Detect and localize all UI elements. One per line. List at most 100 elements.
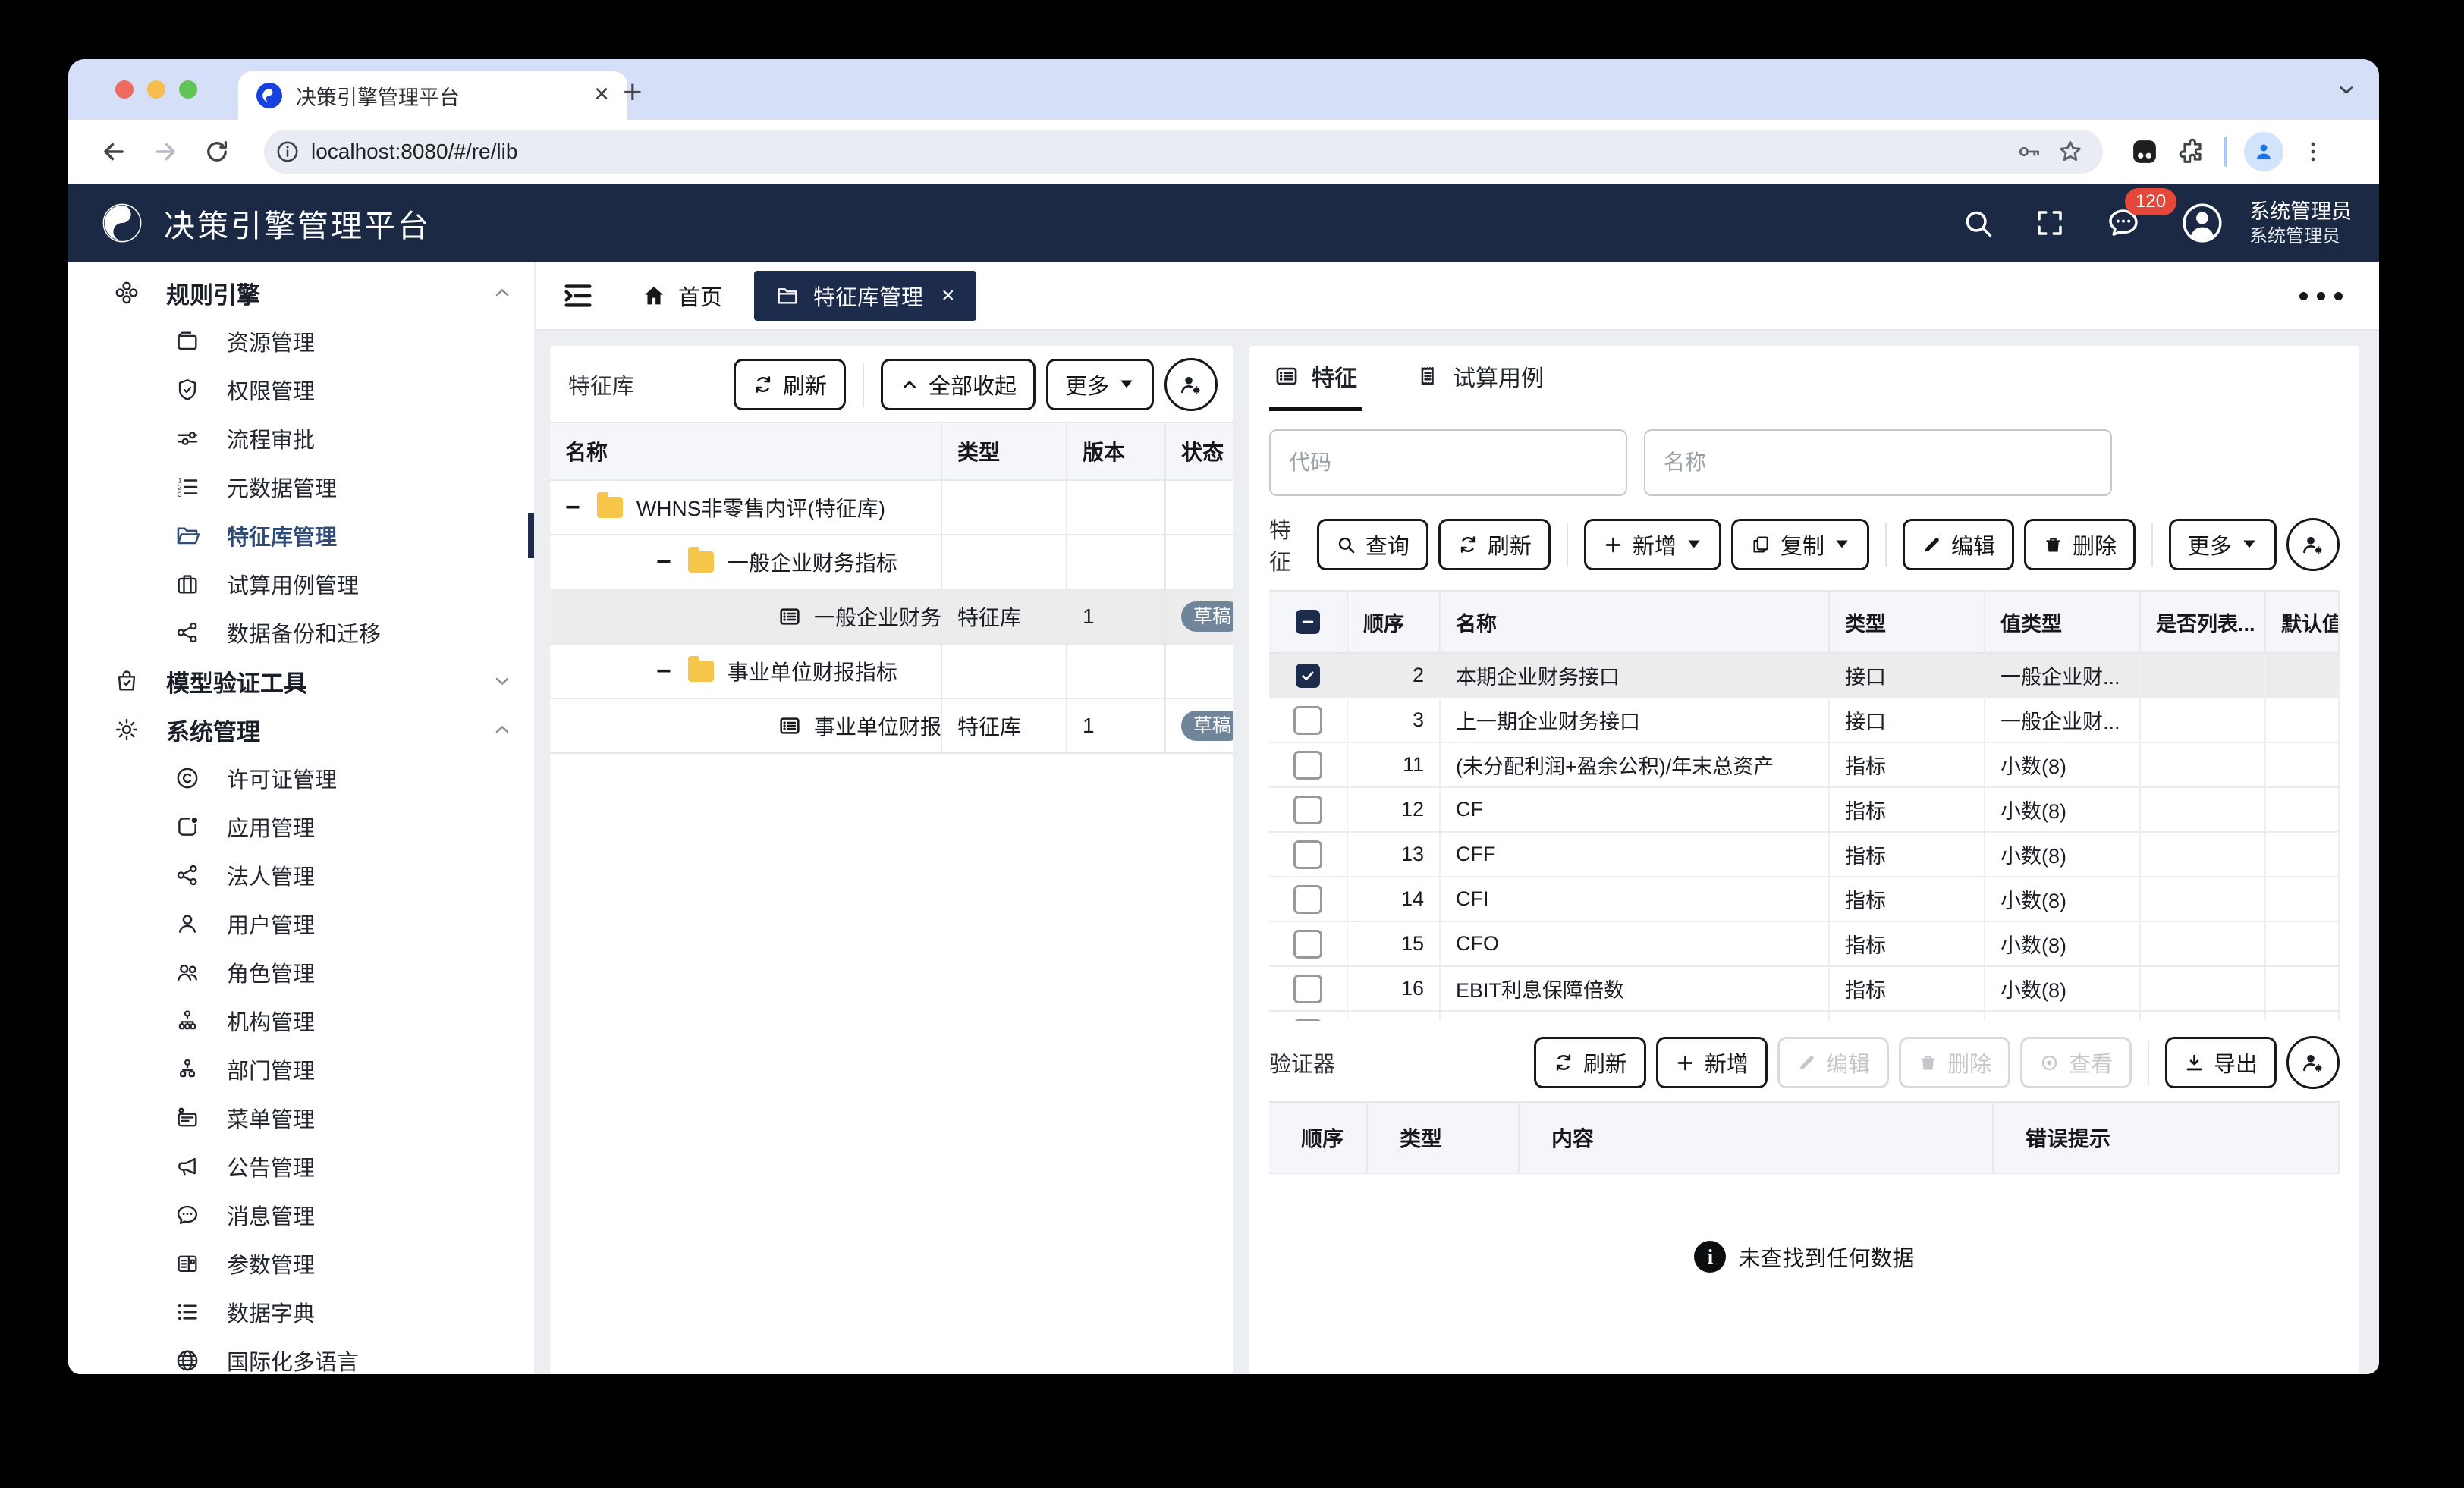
row-checkbox[interactable] [1269,833,1348,877]
site-info-icon[interactable] [275,139,300,165]
sidebar-item-announcement-mgmt[interactable]: 公告管理 [68,1142,534,1191]
sidebar-group-rule-engine[interactable]: 规则引擎 [68,268,534,317]
table-row[interactable]: (未分配利润+盈余公积)/年末总资产 [1441,743,1830,788]
sidebar-item-feature-lib-mgmt[interactable]: 特征库管理 [68,511,534,560]
sidebar-item-resource-mgmt[interactable]: 资源管理 [68,317,534,366]
select-all-checkbox[interactable] [1269,592,1348,654]
close-tab-icon[interactable]: × [941,283,955,309]
tree-more-button[interactable]: 更多 [1046,359,1154,410]
features-refresh-button[interactable]: 刷新 [1438,519,1551,570]
row-checkbox[interactable] [1269,698,1348,743]
page-overflow-menu-icon[interactable] [2299,292,2343,300]
validator-edit-button[interactable]: 编辑 [1777,1037,1889,1088]
edit-button[interactable]: 编辑 [1903,519,2014,570]
sidebar-item-menu-mgmt[interactable]: 菜单管理 [68,1094,534,1142]
browser-tab[interactable]: 决策引擎管理平台 × [238,71,627,120]
sidebar-item-data-dict[interactable]: 数据字典 [68,1288,534,1336]
collapse-all-button[interactable]: 全部收起 [881,359,1036,410]
sidebar-item-process-approval[interactable]: 流程审批 [68,414,534,463]
tab-home[interactable]: 首页 [642,280,722,312]
tree-collapse-toggle[interactable]: − [656,549,671,575]
features-more-button[interactable]: 更多 [2169,519,2277,570]
new-tab-button[interactable]: + [611,71,655,114]
validator-add-button[interactable]: 新增 [1656,1037,1768,1088]
code-filter-input[interactable] [1269,429,1627,496]
url-bar[interactable]: localhost:8080/#/re/lib [264,130,2103,174]
name-filter-input[interactable] [1644,429,2112,496]
table-row[interactable]: EBIT利息保障倍数 [1441,967,1830,1012]
table-row[interactable]: EBIT利息保障倍数增长率 [1441,1012,1830,1021]
sidebar-item-org-mgmt[interactable]: 机构管理 [68,997,534,1045]
sidebar-item-license-mgmt[interactable]: 许可证管理 [68,754,534,802]
query-button[interactable]: 查询 [1317,519,1428,570]
tree-refresh-button[interactable]: 刷新 [734,359,846,410]
tree-row-general-leaf[interactable]: 一般企业财务指标 [550,590,942,645]
copy-button[interactable]: 复制 [1731,519,1869,570]
messages-button[interactable]: 120 [2105,205,2142,241]
maximize-window-button[interactable] [179,80,197,99]
table-row[interactable]: CFO [1441,922,1830,967]
tab-test-cases[interactable]: 试算用例 [1410,359,1548,411]
tab-features[interactable]: 特征 [1269,359,1362,411]
tree-row-institution-folder[interactable]: − 事业单位财报指标 [550,645,942,699]
sidebar-item-param-mgmt[interactable]: 参数管理 [68,1239,534,1288]
search-icon[interactable] [1961,206,1994,240]
features-column-settings-button[interactable] [2286,518,2340,571]
password-key-icon[interactable] [2015,138,2042,165]
user-info[interactable]: 系统管理员 系统管理员 [2249,200,2352,246]
export-button[interactable]: 导出 [2165,1037,2277,1088]
tab-search-chevron-icon[interactable] [2335,78,2358,101]
validator-column-settings-button[interactable] [2286,1036,2340,1089]
dark-extension-icon[interactable] [2129,136,2161,168]
sidebar-item-data-backup-migration[interactable]: 数据备份和迁移 [68,608,534,657]
sidebar-item-i18n[interactable]: 国际化多语言 [68,1336,534,1374]
sidebar-group-system-mgmt[interactable]: 系统管理 [68,705,534,754]
add-button[interactable]: 新增 [1584,519,1721,570]
sidebar-group-model-validation-tools[interactable]: 模型验证工具 [68,657,534,705]
table-row[interactable]: 本期企业财务接口 [1441,654,1830,698]
row-checkbox[interactable] [1269,1012,1348,1021]
validator-view-button[interactable]: 查看 [2020,1037,2132,1088]
tab-feature-lib-mgmt[interactable]: 特征库管理 × [754,271,976,321]
tab-close-button[interactable]: × [594,81,609,107]
table-row[interactable]: CFF [1441,833,1830,877]
sidebar-item-permission-mgmt[interactable]: 权限管理 [68,366,534,414]
tree-row-whns[interactable]: − WHNS非零售内评(特征库) [550,481,942,535]
row-checkbox[interactable] [1269,743,1348,788]
minimize-window-button[interactable] [147,80,165,99]
browser-menu-kebab-icon[interactable] [2300,139,2326,165]
validator-refresh-button[interactable]: 刷新 [1534,1037,1646,1088]
sidebar-item-legal-entity-mgmt[interactable]: 法人管理 [68,851,534,899]
browser-profile-avatar[interactable] [2244,132,2283,171]
row-checkbox[interactable] [1269,788,1348,833]
sidebar-item-dept-mgmt[interactable]: 部门管理 [68,1045,534,1094]
validator-delete-button[interactable]: 删除 [1899,1037,2010,1088]
row-checkbox[interactable] [1269,654,1348,698]
sidebar-item-user-mgmt[interactable]: 用户管理 [68,899,534,948]
sidebar-collapse-icon[interactable] [558,276,598,315]
back-icon[interactable] [91,129,137,174]
table-row[interactable]: CFI [1441,877,1830,922]
sidebar-item-app-mgmt[interactable]: 应用管理 [68,802,534,851]
delete-button[interactable]: 删除 [2024,519,2136,570]
close-window-button[interactable] [115,80,134,99]
tree-collapse-toggle[interactable]: − [565,494,580,520]
sidebar-item-role-mgmt[interactable]: 角色管理 [68,948,534,997]
user-avatar-icon[interactable] [2181,202,2224,244]
tree-column-settings-button[interactable] [1164,358,1218,411]
row-checkbox[interactable] [1269,967,1348,1012]
reload-icon[interactable] [194,129,240,174]
row-checkbox[interactable] [1269,877,1348,922]
sidebar-item-test-case-mgmt[interactable]: 试算用例管理 [68,560,534,608]
tree-row-institution-leaf[interactable]: 事业单位财报指标 [550,699,942,754]
table-row[interactable]: CF [1441,788,1830,833]
bookmark-star-icon[interactable] [2056,137,2085,166]
sidebar-item-message-mgmt[interactable]: 消息管理 [68,1191,534,1239]
fullscreen-icon[interactable] [2034,207,2066,239]
sidebar-item-metadata-mgmt[interactable]: 123 元数据管理 [68,463,534,511]
tree-row-general-folder[interactable]: − 一般企业财务指标 [550,535,942,590]
table-row[interactable]: 上一期企业财务接口 [1441,698,1830,743]
row-checkbox[interactable] [1269,922,1348,967]
tree-collapse-toggle[interactable]: − [656,658,671,684]
extensions-puzzle-icon[interactable] [2177,137,2208,167]
